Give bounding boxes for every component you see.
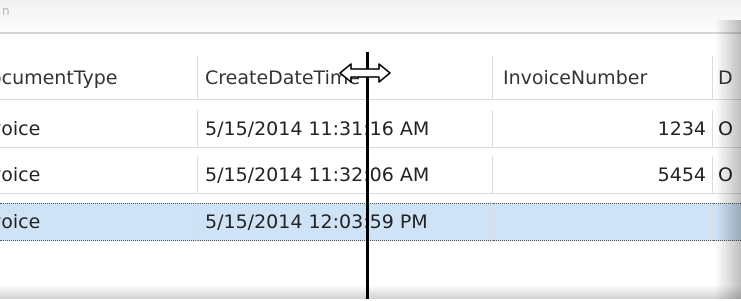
cell-invoice-number: 1234 bbox=[493, 110, 713, 148]
cell-create-date-time: 5/15/2014 11:31:16 AM bbox=[198, 110, 493, 148]
table-row[interactable]: voice 5/15/2014 11:31:16 AM 1234 O bbox=[0, 110, 741, 148]
title-fragment: n bbox=[2, 4, 10, 18]
table-row-selected[interactable]: voice 5/15/2014 12:03:59 PM bbox=[0, 203, 741, 241]
column-resize-guide[interactable] bbox=[366, 52, 369, 299]
cell-document-type: voice bbox=[0, 203, 198, 241]
header-document-type[interactable]: ocumentType bbox=[0, 56, 198, 100]
cell-create-date-time: 5/15/2014 12:03:59 PM bbox=[198, 203, 493, 241]
cell-create-date-time: 5/15/2014 11:32:06 AM bbox=[198, 156, 493, 194]
cell-document-type: voice bbox=[0, 110, 198, 148]
cell-invoice-number: 5454 bbox=[493, 156, 713, 194]
cell-column-d: O bbox=[713, 156, 741, 194]
cell-column-d bbox=[713, 203, 741, 241]
cell-column-d: O bbox=[713, 110, 741, 148]
cell-invoice-number bbox=[493, 203, 713, 241]
table-row[interactable]: voice 5/15/2014 11:32:06 AM 5454 O bbox=[0, 156, 741, 194]
header-column-d[interactable]: D bbox=[713, 56, 741, 100]
column-resize-icon bbox=[339, 63, 391, 83]
header-invoice-number[interactable]: InvoiceNumber bbox=[493, 56, 713, 100]
cell-document-type: voice bbox=[0, 156, 198, 194]
